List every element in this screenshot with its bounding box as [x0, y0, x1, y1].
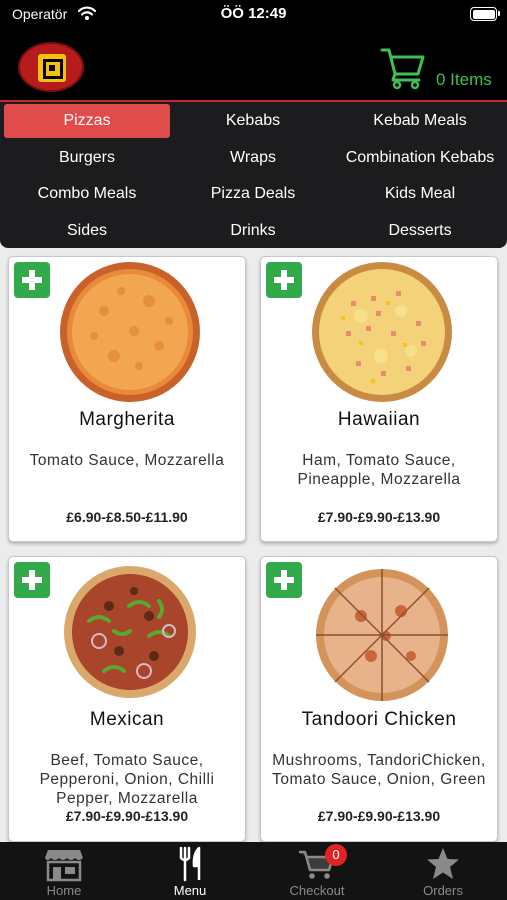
tab-label: Checkout	[289, 883, 345, 898]
margherita-pizza-image	[60, 262, 200, 402]
product-price: £7.90-£9.90-£13.90	[317, 808, 441, 824]
product-card-hawaiian[interactable]: Hawaiian Ham, Tomato Sauce, Pineapple, M…	[260, 256, 498, 542]
tab-orders[interactable]: Orders	[380, 842, 506, 900]
cart-count-label[interactable]: 0 Items	[436, 70, 492, 90]
logo-emblem	[38, 54, 66, 82]
tab-home[interactable]: Home	[1, 842, 127, 900]
category-burgers[interactable]: Burgers	[4, 141, 170, 175]
category-kebabs[interactable]: Kebabs	[170, 104, 336, 138]
product-price: £7.90-£9.90-£13.90	[65, 808, 189, 824]
category-combination-kebabs[interactable]: Combination Kebabs	[337, 141, 503, 175]
add-button[interactable]	[266, 262, 302, 298]
fork-knife-icon	[179, 846, 201, 882]
product-card-mexican[interactable]: Mexican Beef, Tomato Sauce, Pepperoni, O…	[8, 556, 246, 842]
status-time: ÖÖ 12:49	[220, 5, 287, 22]
category-drinks[interactable]: Drinks	[170, 214, 336, 248]
category-sides[interactable]: Sides	[4, 214, 170, 248]
battery-icon	[470, 7, 500, 21]
product-description: Mushrooms, TandoriChicken, Tomato Sauce,…	[272, 752, 486, 788]
category-desserts[interactable]: Desserts	[337, 214, 503, 248]
category-kebab-meals[interactable]: Kebab Meals	[337, 104, 503, 138]
tab-label: Home	[46, 883, 82, 898]
product-name: Tandoori Chicken	[301, 709, 457, 730]
category-pizzas[interactable]: Pizzas	[4, 104, 170, 138]
tandoori-chicken-pizza-image	[316, 569, 448, 701]
tab-checkout[interactable]: 0 Checkout	[254, 842, 380, 900]
cart-icon[interactable]	[380, 44, 426, 90]
restaurant-logo[interactable]	[18, 42, 84, 92]
product-price: £6.90-£8.50-£11.90	[66, 509, 188, 525]
category-kids-meal[interactable]: Kids Meal	[337, 177, 503, 211]
mexican-pizza-image	[64, 566, 196, 698]
product-description: Tomato Sauce, Mozzarella	[29, 452, 225, 469]
cart-badge: 0	[325, 844, 347, 866]
category-nav: Pizzas Kebabs Kebab Meals Burgers Wraps …	[0, 102, 507, 248]
tab-label: Orders	[423, 883, 463, 898]
tab-bar: Home Menu 0 Checkout Orders	[0, 842, 507, 900]
category-combo-meals[interactable]: Combo Meals	[4, 177, 170, 211]
star-icon	[427, 848, 459, 879]
product-name: Hawaiian	[337, 409, 421, 430]
product-card-margherita[interactable]: Margherita Tomato Sauce, Mozzarella £6.9…	[8, 256, 246, 542]
tab-label: Menu	[173, 883, 207, 898]
product-card-tandoori-chicken[interactable]: Tandoori Chicken Mushrooms, TandoriChick…	[260, 556, 498, 842]
product-name: Mexican	[89, 709, 165, 730]
add-button[interactable]	[266, 562, 302, 598]
product-description: Ham, Tomato Sauce, Pineapple, Mozzarella	[297, 452, 461, 488]
product-price: £7.90-£9.90-£13.90	[317, 509, 441, 525]
app-header: 0 Items	[0, 30, 507, 100]
category-wraps[interactable]: Wraps	[170, 141, 336, 175]
status-bar: Operatör ÖÖ 12:49	[0, 0, 507, 30]
store-icon	[45, 850, 83, 882]
add-button[interactable]	[14, 562, 50, 598]
add-button[interactable]	[14, 262, 50, 298]
product-description: Beef, Tomato Sauce, Pepperoni, Onion, Ch…	[39, 752, 215, 807]
category-pizza-deals[interactable]: Pizza Deals	[170, 177, 336, 211]
tab-menu[interactable]: Menu	[127, 842, 253, 900]
hawaiian-pizza-image	[312, 262, 452, 402]
product-name: Margherita	[79, 409, 175, 430]
